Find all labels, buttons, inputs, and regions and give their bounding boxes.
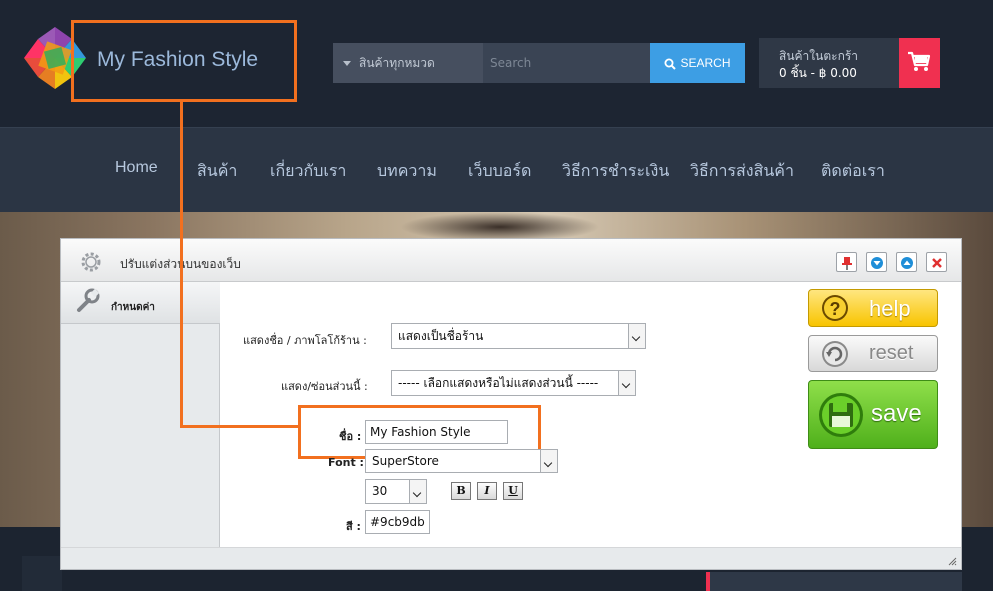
reset-label: reset — [869, 342, 914, 364]
bold-button[interactable]: B — [451, 482, 471, 500]
font-value: SuperStore — [372, 454, 439, 468]
reset-icon — [822, 341, 848, 367]
nav-item-home[interactable]: Home — [115, 159, 158, 177]
help-icon: ? — [822, 295, 848, 321]
chevron-down-icon — [540, 450, 557, 472]
font-size-select[interactable]: 30 — [365, 479, 427, 504]
nav-item-articles[interactable]: บทความ — [377, 159, 437, 184]
nav-item-payment[interactable]: วิธีการชำระเงิน — [562, 159, 669, 184]
visibility-value: ----- เลือกแสดงหรือไม่แสดงส่วนนี้ ----- — [398, 376, 599, 390]
help-button[interactable]: ? help — [808, 289, 938, 327]
side-widget — [706, 572, 962, 591]
save-icon — [819, 393, 863, 437]
pin-button[interactable] — [836, 252, 857, 272]
search-input[interactable] — [484, 43, 650, 83]
font-size-value: 30 — [372, 484, 388, 498]
save-button[interactable]: save — [808, 380, 938, 449]
nav-item-webboard[interactable]: เว็บบอร์ด — [468, 159, 531, 184]
font-label: Font : — [328, 456, 364, 469]
nav-item-products[interactable]: สินค้า — [197, 159, 237, 184]
cart-info: 0 ชิ้น - ฿ 0.00 — [779, 66, 857, 80]
panel-titlebar[interactable]: ปรับแต่งส่วนบนของเว็บ — [61, 239, 961, 282]
svg-text:?: ? — [830, 299, 841, 319]
help-label: help — [869, 296, 911, 321]
logo-display-value: แสดงเป็นชื่อร้าน — [398, 329, 484, 343]
panel-footer — [61, 547, 961, 569]
cart-summary[interactable]: สินค้าในตะกร้า 0 ชิ้น - ฿ 0.00 — [759, 38, 899, 88]
font-select[interactable]: SuperStore — [365, 449, 558, 473]
search-icon — [664, 58, 677, 70]
dropdown-arrow-icon — [343, 61, 351, 66]
nav-item-about[interactable]: เกี่ยวกับเรา — [270, 159, 346, 184]
save-label: save — [871, 400, 922, 427]
chevron-down-icon — [618, 371, 635, 395]
chevron-down-icon — [628, 324, 645, 348]
search-bar: สินค้าทุกหมวด — [333, 43, 650, 83]
wrench-icon — [77, 288, 100, 312]
chevron-up-icon — [901, 257, 913, 269]
cart-button[interactable] — [899, 38, 940, 88]
header-settings-panel: ปรับแต่งส่วนบนของเว็บ กำหนดค่า แสดงชื่อ … — [60, 238, 962, 570]
category-select[interactable]: สินค้าทุกหมวด — [333, 43, 483, 83]
chevron-down-icon — [409, 480, 426, 503]
collapse-button[interactable] — [866, 252, 887, 272]
gear-icon — [81, 252, 101, 272]
sidebar-tab-label: กำหนดค่า — [111, 302, 155, 313]
main-nav: Home สินค้า เกี่ยวกับเรา บทความ เว็บบอร์… — [0, 127, 993, 212]
italic-button[interactable]: I — [477, 482, 497, 500]
expand-button[interactable] — [896, 252, 917, 272]
pin-icon — [842, 257, 852, 270]
visibility-select[interactable]: ----- เลือกแสดงหรือไม่แสดงส่วนนี้ ----- — [391, 370, 636, 396]
color-field[interactable] — [365, 510, 430, 534]
panel-sidebar: กำหนดค่า — [61, 282, 220, 547]
visibility-label: แสดง/ซ่อนส่วนนี้ : — [281, 380, 368, 393]
resize-grip-icon[interactable] — [947, 556, 957, 566]
reset-button[interactable]: reset — [808, 335, 938, 372]
footer-box — [22, 556, 62, 591]
logo-display-select[interactable]: แสดงเป็นชื่อร้าน — [391, 323, 646, 349]
nav-item-shipping[interactable]: วิธีการส่งสินค้า — [690, 159, 794, 184]
close-button[interactable] — [926, 252, 947, 272]
color-label: สี : — [346, 520, 361, 533]
close-icon — [932, 258, 942, 268]
nav-item-contact[interactable]: ติดต่อเรา — [821, 159, 885, 184]
annotation-connector-horizontal — [180, 425, 298, 428]
cart-icon — [908, 51, 931, 71]
annotation-connector-vertical — [180, 101, 183, 428]
underline-button[interactable]: U — [503, 482, 523, 500]
category-label: สินค้าทุกหมวด — [359, 56, 435, 70]
chevron-down-icon — [871, 257, 883, 269]
search-button-label: SEARCH — [680, 56, 731, 70]
search-button[interactable]: SEARCH — [650, 43, 745, 83]
logo-highlight-box — [71, 20, 297, 102]
sidebar-tab-settings[interactable]: กำหนดค่า — [61, 282, 220, 324]
logo-display-label: แสดงชื่อ / ภาพโลโก้ร้าน : — [243, 334, 367, 347]
